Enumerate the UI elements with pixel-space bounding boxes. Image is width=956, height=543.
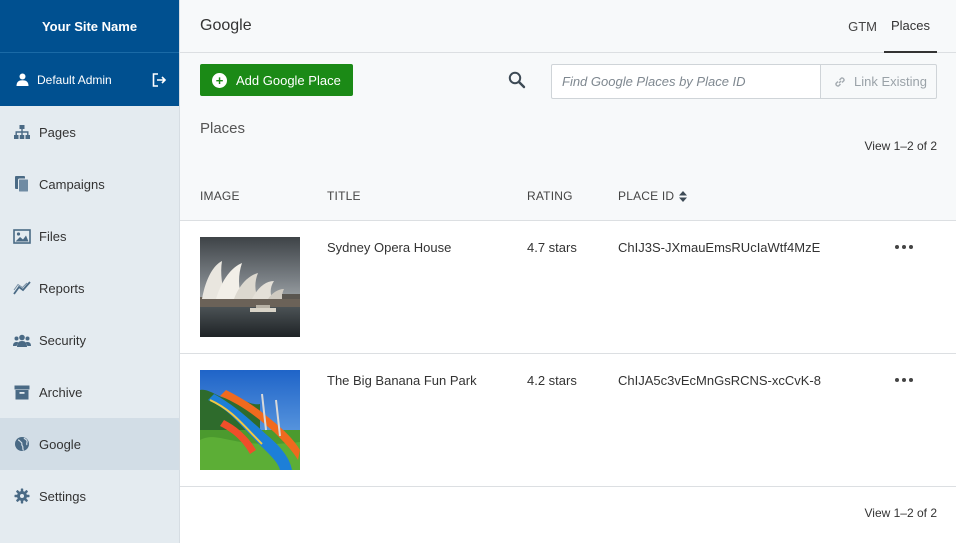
sidebar-item-label: Campaigns — [39, 176, 105, 192]
main-content: Google GTM Places + Add Google Place Lin… — [180, 0, 956, 543]
tab-bar: GTM Places — [841, 0, 956, 53]
table-footer — [180, 487, 956, 543]
column-header-label: PLACE ID — [618, 189, 675, 203]
top-bar: Google GTM Places — [180, 0, 956, 53]
table-row[interactable]: The Big Banana Fun Park 4.2 stars ChIJA5… — [180, 354, 956, 487]
water-slide-photo[interactable] — [200, 370, 300, 470]
more-actions-icon[interactable] — [888, 371, 913, 387]
table-row[interactable]: Sydney Opera House 4.7 stars ChIJ3S-JXma… — [180, 221, 956, 354]
sidebar-item-google[interactable]: Google — [0, 418, 179, 470]
place-rating: 4.2 stars — [527, 373, 577, 388]
globe-icon — [13, 435, 31, 453]
toolbar: + Add Google Place Link Existing — [200, 64, 937, 99]
sidebar-item-label: Settings — [39, 488, 86, 504]
sitemap-icon — [13, 123, 31, 141]
tab-gtm[interactable]: GTM — [841, 0, 884, 53]
search-icon[interactable] — [508, 71, 526, 89]
users-icon — [13, 331, 31, 349]
more-actions-icon[interactable] — [888, 238, 913, 254]
link-icon — [833, 75, 847, 89]
sidebar-item-label: Files — [39, 228, 67, 244]
column-header-image: IMAGE — [200, 189, 240, 203]
sidebar-item-label: Archive — [39, 384, 83, 400]
sidebar-item-label: Google — [39, 436, 81, 452]
place-title: The Big Banana Fun Park — [327, 373, 477, 388]
column-header-place-id[interactable]: PLACE ID — [618, 189, 888, 203]
page-title: Google — [200, 17, 252, 34]
column-header-title: TITLE — [327, 189, 361, 203]
link-existing-label: Link Existing — [854, 74, 927, 89]
table-header: IMAGE TITLE RATING PLACE ID — [180, 172, 956, 221]
add-button-label: Add Google Place — [236, 72, 341, 88]
places-table: IMAGE TITLE RATING PLACE ID Sydney Opera… — [180, 172, 956, 487]
opera-house-photo[interactable] — [200, 237, 300, 337]
sidebar-item-files[interactable]: Files — [0, 210, 179, 262]
line-chart-icon — [13, 279, 31, 297]
pagination-count-bottom: View 1–2 of 2 — [864, 506, 938, 520]
logout-icon[interactable] — [151, 72, 167, 88]
tab-places[interactable]: Places — [883, 0, 937, 53]
section-title: Places — [200, 120, 246, 137]
sidebar-item-archive[interactable]: Archive — [0, 366, 179, 418]
site-name[interactable]: Your Site Name — [0, 0, 179, 52]
sort-icon[interactable] — [679, 190, 688, 202]
place-id-input[interactable] — [552, 65, 820, 98]
sidebar-item-campaigns[interactable]: Campaigns — [0, 158, 179, 210]
gear-icon — [13, 487, 31, 505]
sidebar-item-security[interactable]: Security — [0, 314, 179, 366]
sidebar-item-settings[interactable]: Settings — [0, 470, 179, 522]
add-google-place-button[interactable]: + Add Google Place — [200, 64, 353, 96]
column-header-rating: RATING — [527, 189, 573, 203]
image-icon — [13, 227, 31, 245]
user-name: Default Admin — [37, 72, 112, 87]
place-id: ChIJ3S-JXmauEmsRUcIaWtf4MzE — [618, 240, 821, 255]
sidebar: Your Site Name Default Admin Pages Campa… — [0, 0, 180, 543]
sidebar-item-label: Security — [39, 332, 86, 348]
place-id-search — [551, 64, 821, 99]
sidebar-item-label: Reports — [39, 280, 85, 296]
plus-circle-icon: + — [212, 72, 227, 88]
sidebar-item-label: Pages — [39, 124, 76, 140]
sidebar-item-pages[interactable]: Pages — [0, 106, 179, 158]
sidebar-item-reports[interactable]: Reports — [0, 262, 179, 314]
pagination-count: View 1–2 of 2 — [864, 139, 938, 153]
place-rating: 4.7 stars — [527, 240, 577, 255]
user-menu[interactable]: Default Admin — [0, 52, 179, 106]
link-existing-button[interactable]: Link Existing — [820, 64, 937, 99]
place-id: ChIJA5c3vEcMnGsRCNS-xcCvK-8 — [618, 373, 821, 388]
user-icon — [15, 73, 29, 87]
place-title: Sydney Opera House — [327, 240, 452, 255]
archive-box-icon — [13, 383, 31, 401]
documents-icon — [13, 175, 31, 193]
